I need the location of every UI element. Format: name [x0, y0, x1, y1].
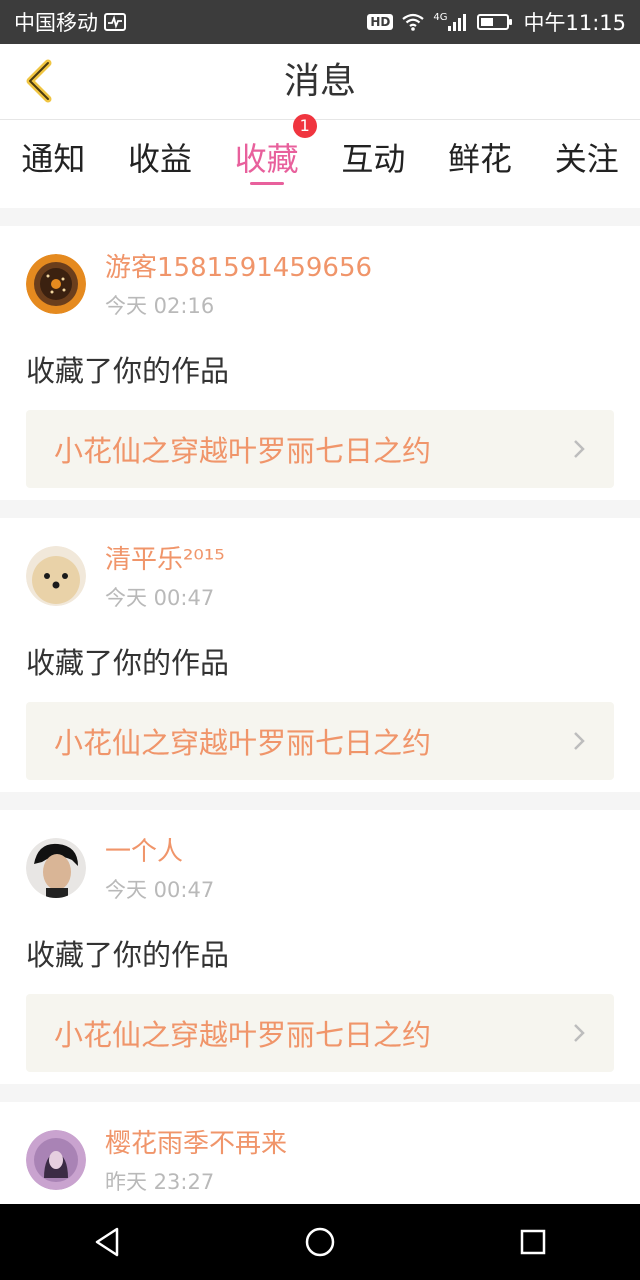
system-nav-bar: [0, 1204, 640, 1280]
work-title: 小花仙之穿越叶罗丽七日之约: [54, 1018, 432, 1052]
tab-favorites[interactable]: 收藏 1: [213, 114, 320, 208]
unread-badge: 1: [292, 114, 317, 138]
action-text: 收藏了你的作品: [26, 938, 230, 972]
work-link[interactable]: 小花仙之穿越叶罗丽七日之约: [26, 994, 614, 1072]
username[interactable]: 樱花雨季不再来: [105, 1128, 287, 1160]
avatar[interactable]: [26, 838, 86, 898]
avatar[interactable]: [26, 1130, 86, 1190]
triangle-back-icon: [95, 1227, 118, 1257]
tab-label: 关注: [554, 140, 619, 178]
tab-label: 收益: [128, 140, 193, 178]
timestamp: 今天 00:47: [105, 878, 215, 902]
message-card: 清平乐²⁰¹⁵ 今天 00:47 收藏了你的作品 小花仙之穿越叶罗丽七日之约: [0, 518, 640, 792]
hd-badge: HD: [367, 14, 394, 30]
chevron-right-icon: [574, 440, 585, 458]
chevron-right-icon: [574, 1024, 585, 1042]
timestamp: 今天 00:47: [105, 586, 215, 610]
app-header: 消息: [0, 44, 640, 120]
status-bar: 中国移动 HD 4G 中午11:15: [0, 0, 640, 44]
message-list: 游客1581591459656 今天 02:16 收藏了你的作品 小花仙之穿越叶…: [0, 226, 640, 1222]
work-title: 小花仙之穿越叶罗丽七日之约: [54, 726, 432, 760]
carrier-label: 中国移动: [14, 11, 98, 35]
message-card: 游客1581591459656 今天 02:16 收藏了你的作品 小花仙之穿越叶…: [0, 226, 640, 500]
tab-bar: 通知 收益 收藏 1 互动 鲜花 关注: [0, 114, 640, 208]
tab-flowers[interactable]: 鲜花: [427, 120, 534, 208]
username[interactable]: 清平乐²⁰¹⁵: [105, 544, 225, 576]
avatar[interactable]: [26, 254, 86, 314]
tab-follows[interactable]: 关注: [533, 120, 640, 208]
active-tab-indicator: [249, 182, 284, 185]
wifi-icon: [402, 13, 425, 31]
work-link[interactable]: 小花仙之穿越叶罗丽七日之约: [26, 410, 614, 488]
tab-interactions[interactable]: 互动: [320, 120, 427, 208]
tab-label: 互动: [341, 140, 406, 178]
chevron-right-icon: [574, 732, 585, 750]
clock: 中午11:15: [523, 11, 626, 35]
tab-notifications[interactable]: 通知: [0, 120, 107, 208]
username[interactable]: 游客1581591459656: [105, 252, 372, 284]
battery-icon: [477, 14, 513, 30]
action-text: 收藏了你的作品: [26, 646, 230, 680]
work-link[interactable]: 小花仙之穿越叶罗丽七日之约: [26, 702, 614, 780]
tab-label: 通知: [21, 140, 86, 178]
square-recents-icon: [521, 1229, 546, 1255]
network-type: 4G: [433, 11, 448, 23]
page-title: 消息: [283, 61, 356, 102]
message-card: 一个人 今天 00:47 收藏了你的作品 小花仙之穿越叶罗丽七日之约: [0, 810, 640, 1084]
signal-icon: [448, 14, 467, 31]
tab-label: 鲜花: [448, 140, 513, 178]
tab-earnings[interactable]: 收益: [107, 120, 214, 208]
username[interactable]: 一个人: [105, 836, 214, 868]
avatar[interactable]: [26, 546, 86, 606]
timestamp: 昨天 23:27: [105, 1170, 215, 1194]
tab-label: 收藏: [234, 140, 299, 178]
timestamp: 今天 02:16: [105, 294, 215, 318]
action-text: 收藏了你的作品: [26, 354, 230, 388]
nav-back-button[interactable]: [67, 1204, 147, 1280]
nav-home-button[interactable]: [280, 1204, 360, 1280]
nav-recents-button[interactable]: [493, 1204, 573, 1280]
work-title: 小花仙之穿越叶罗丽七日之约: [54, 434, 432, 468]
activity-icon: [104, 13, 126, 31]
circle-home-icon: [305, 1227, 335, 1257]
